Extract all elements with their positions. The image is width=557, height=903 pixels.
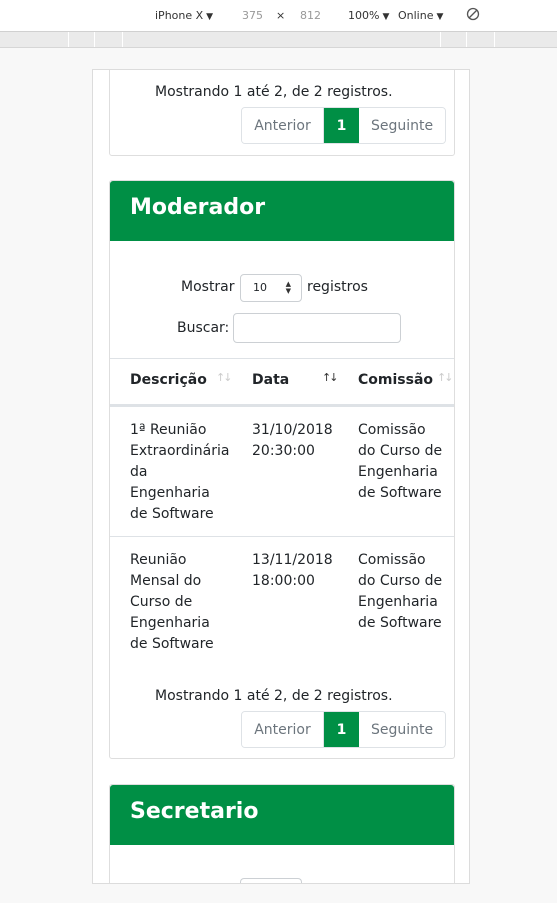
length-select[interactable]: 10 ▲ ▼: [240, 274, 302, 302]
cell-line: de Software: [358, 615, 442, 631]
cell-line: Engenharia: [130, 615, 210, 631]
cell-line: Extraordinária: [130, 443, 230, 459]
network-value: Online: [398, 9, 434, 22]
pagination-page-1[interactable]: 1: [324, 108, 359, 143]
table-info: Mostrando 1 até 2, de 2 registros.: [155, 84, 393, 100]
cell-line: de Software: [130, 506, 214, 522]
cell-line: Curso de: [130, 594, 193, 610]
cell-line: do Curso de: [358, 573, 443, 589]
cell-line: Reunião: [130, 552, 187, 568]
cell-line: da: [130, 464, 148, 480]
pagination-next[interactable]: Seguinte: [359, 712, 445, 747]
card-title: Secretario: [110, 785, 454, 845]
moderador-card: Moderador Mostrar 10 ▲ ▼ registros Buscar…: [109, 180, 455, 759]
cell-line: 13/11/2018: [252, 552, 333, 568]
length-select[interactable]: [240, 878, 302, 883]
zoom-value: 100%: [348, 9, 380, 22]
table-info: Mostrando 1 até 2, de 2 registros.: [155, 688, 393, 704]
card-title: Moderador: [110, 181, 454, 241]
cell-line: do Curso de: [358, 443, 443, 459]
length-suffix: registros: [307, 279, 368, 295]
network-throttle-select[interactable]: Online ▼: [398, 9, 443, 22]
column-header-comissao[interactable]: Comissão: [358, 372, 433, 388]
device-select[interactable]: iPhone X ▼: [155, 9, 213, 22]
device-name: iPhone X: [155, 9, 204, 22]
cell-comissao: Comissão do Curso de Engenharia de Softw…: [358, 550, 442, 634]
pagination-previous[interactable]: Anterior: [242, 712, 324, 747]
cell-line: 18:00:00: [252, 573, 315, 589]
cell-line: Engenharia: [358, 594, 438, 610]
cell-line: Comissão: [358, 552, 426, 568]
sort-desc-icon[interactable]: ↑↓: [322, 371, 339, 384]
cell-line: de Software: [130, 636, 214, 652]
column-header-descricao[interactable]: Descrição: [130, 372, 207, 388]
column-header-data[interactable]: Data: [252, 372, 289, 388]
viewport-height-field[interactable]: 812: [300, 9, 321, 22]
search-label: Buscar:: [177, 320, 230, 336]
media-query-ruler[interactable]: [0, 32, 557, 48]
cell-data: 13/11/2018 18:00:00: [252, 550, 333, 592]
pagination-page-1[interactable]: 1: [324, 712, 359, 747]
row-divider: [110, 536, 454, 537]
sort-icon[interactable]: ↑↓: [437, 371, 454, 384]
previous-card: Mostrando 1 até 2, de 2 registros. Anter…: [109, 70, 455, 156]
cell-descricao: 1ª Reunião Extraordinária da Engenharia …: [130, 420, 229, 525]
chevron-down-icon: ▼: [206, 12, 214, 22]
rotate-icon[interactable]: [466, 7, 480, 21]
cell-comissao: Comissão do Curso de Engenharia de Softw…: [358, 420, 442, 504]
cell-line: Engenharia: [130, 485, 210, 501]
table-header: Descrição ↑↓ Data ↑↓ Comissão ↑↓: [110, 358, 454, 405]
pagination-next[interactable]: Seguinte: [359, 108, 445, 143]
device-viewport: Mostrando 1 até 2, de 2 registros. Anter…: [92, 69, 470, 884]
cell-descricao: Reunião Mensal do Curso de Engenharia de…: [130, 550, 214, 655]
pagination: Anterior 1 Seguinte: [241, 711, 446, 748]
cell-line: Comissão: [358, 422, 426, 438]
cell-line: Mensal do: [130, 573, 202, 589]
pagination-previous[interactable]: Anterior: [242, 108, 324, 143]
chevron-down-icon: ▼: [436, 12, 444, 22]
cell-line: Engenharia: [358, 464, 438, 480]
cell-line: 1ª Reunião: [130, 422, 207, 438]
length-label: Mostrar: [181, 279, 235, 295]
cell-line: 20:30:00: [252, 443, 315, 459]
search-input[interactable]: [233, 313, 401, 343]
secretario-card: Secretario: [109, 784, 455, 883]
select-arrows-icon: ▲ ▼: [285, 280, 291, 295]
chevron-down-icon: ▼: [382, 12, 390, 22]
dimension-separator: ×: [276, 9, 286, 22]
cell-data: 31/10/2018 20:30:00: [252, 420, 333, 462]
table-header-border: [110, 404, 454, 407]
sort-icon[interactable]: ↑↓: [216, 371, 233, 384]
device-toolbar: iPhone X ▼ 375 × 812 100% ▼ Online ▼: [0, 0, 557, 32]
zoom-select[interactable]: 100% ▼: [348, 9, 389, 22]
cell-line: de Software: [358, 485, 442, 501]
pagination: Anterior 1 Seguinte: [241, 107, 446, 144]
viewport-width-field[interactable]: 375: [242, 9, 263, 22]
length-select-value: 10: [253, 281, 267, 294]
cell-line: 31/10/2018: [252, 422, 333, 438]
